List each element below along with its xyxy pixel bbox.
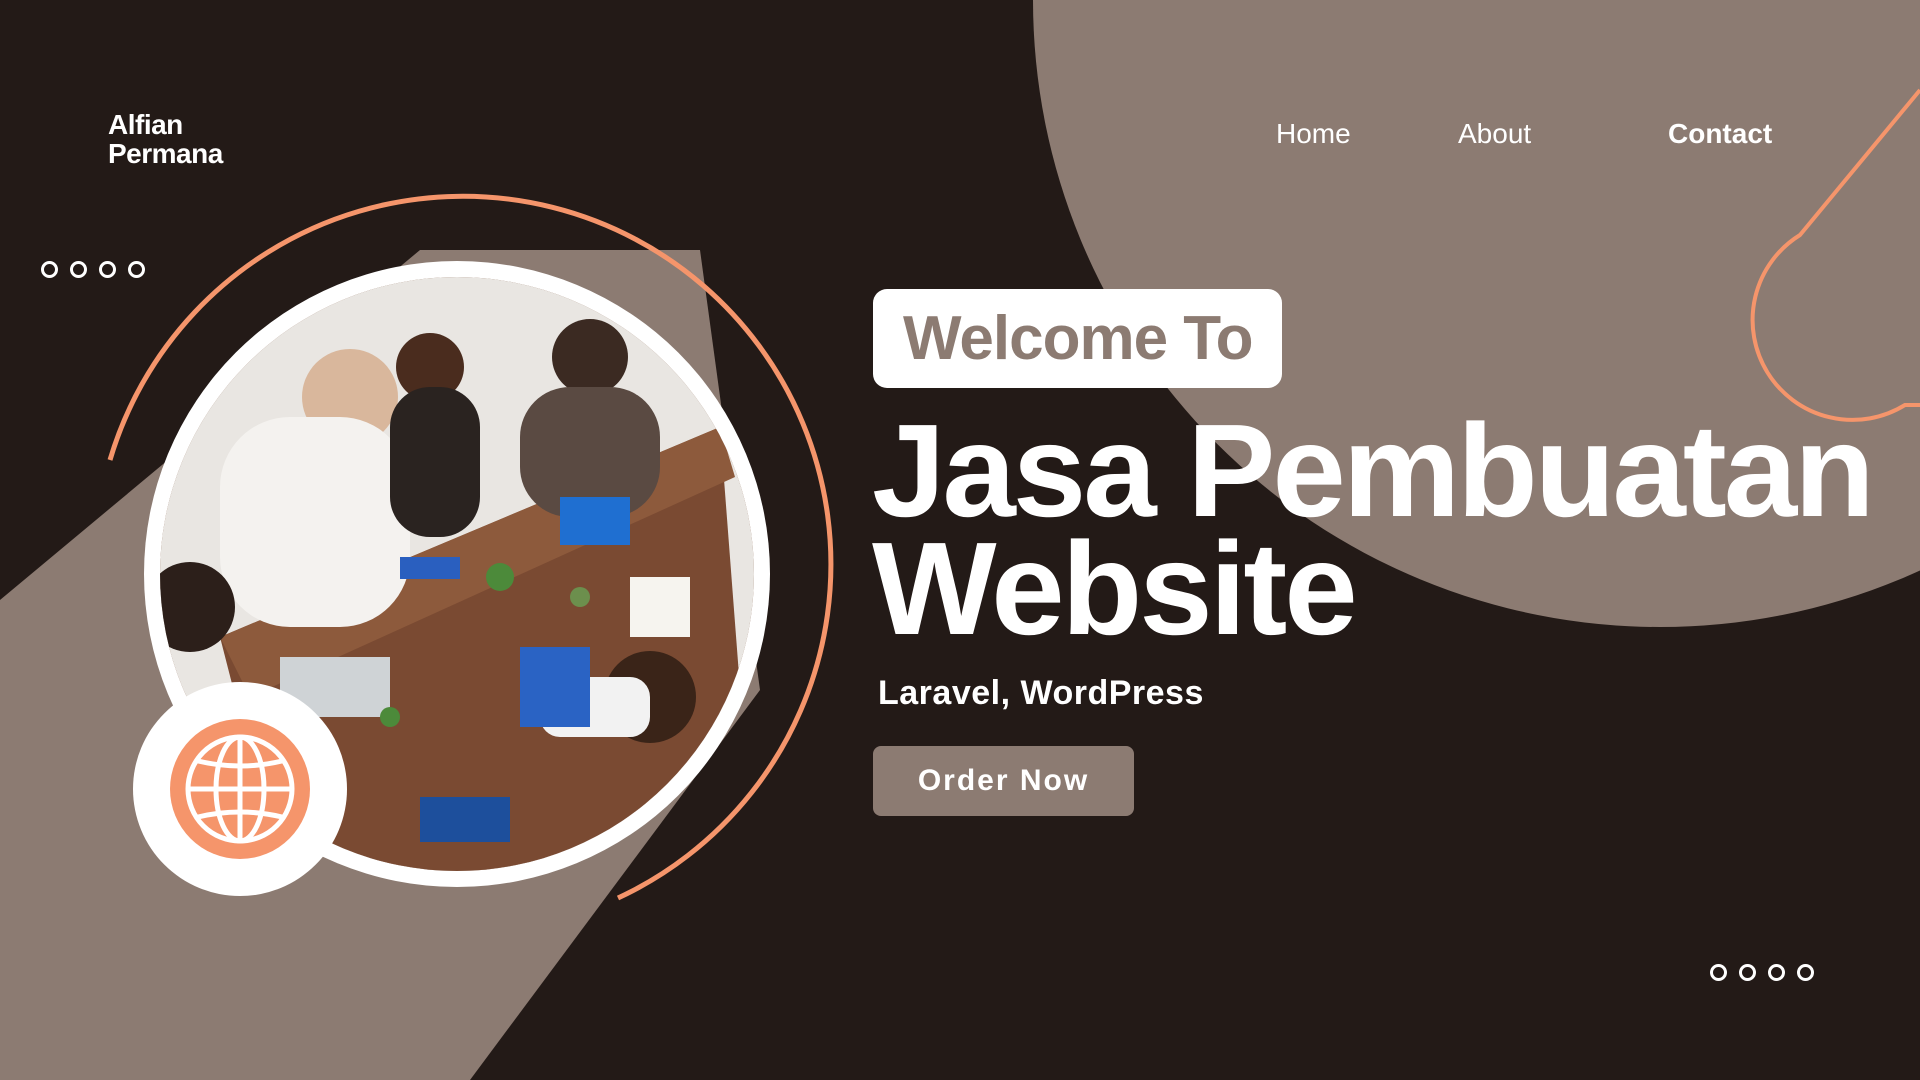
hero-subtitle: Laravel, WordPress xyxy=(878,674,1204,712)
dot xyxy=(70,261,87,278)
dot xyxy=(1768,964,1785,981)
nav-home-link[interactable]: Home xyxy=(1276,118,1351,150)
globe-badge xyxy=(133,682,347,896)
dot xyxy=(41,261,58,278)
dot xyxy=(1710,964,1727,981)
brand-logo[interactable]: Alfian Permana xyxy=(108,110,223,168)
nav-about-link[interactable]: About xyxy=(1458,118,1531,150)
hero-headline-line-1: Jasa Pembuatan xyxy=(872,397,1875,544)
dot xyxy=(1739,964,1756,981)
decor-dots-left xyxy=(41,261,145,278)
dot xyxy=(99,261,116,278)
decor-dots-right xyxy=(1710,964,1814,981)
hero-headline: Jasa Pembuatan Website xyxy=(872,397,1920,662)
nav-contact-link[interactable]: Contact xyxy=(1668,118,1772,150)
brand-line-2: Permana xyxy=(108,138,223,169)
dot xyxy=(128,261,145,278)
welcome-badge: Welcome To xyxy=(873,289,1283,388)
hero-headline-line-2: Website xyxy=(872,515,1358,662)
dot xyxy=(1797,964,1814,981)
brand-line-1: Alfian xyxy=(108,109,183,140)
order-now-button[interactable]: Order Now xyxy=(873,746,1134,816)
globe-icon xyxy=(170,719,310,859)
